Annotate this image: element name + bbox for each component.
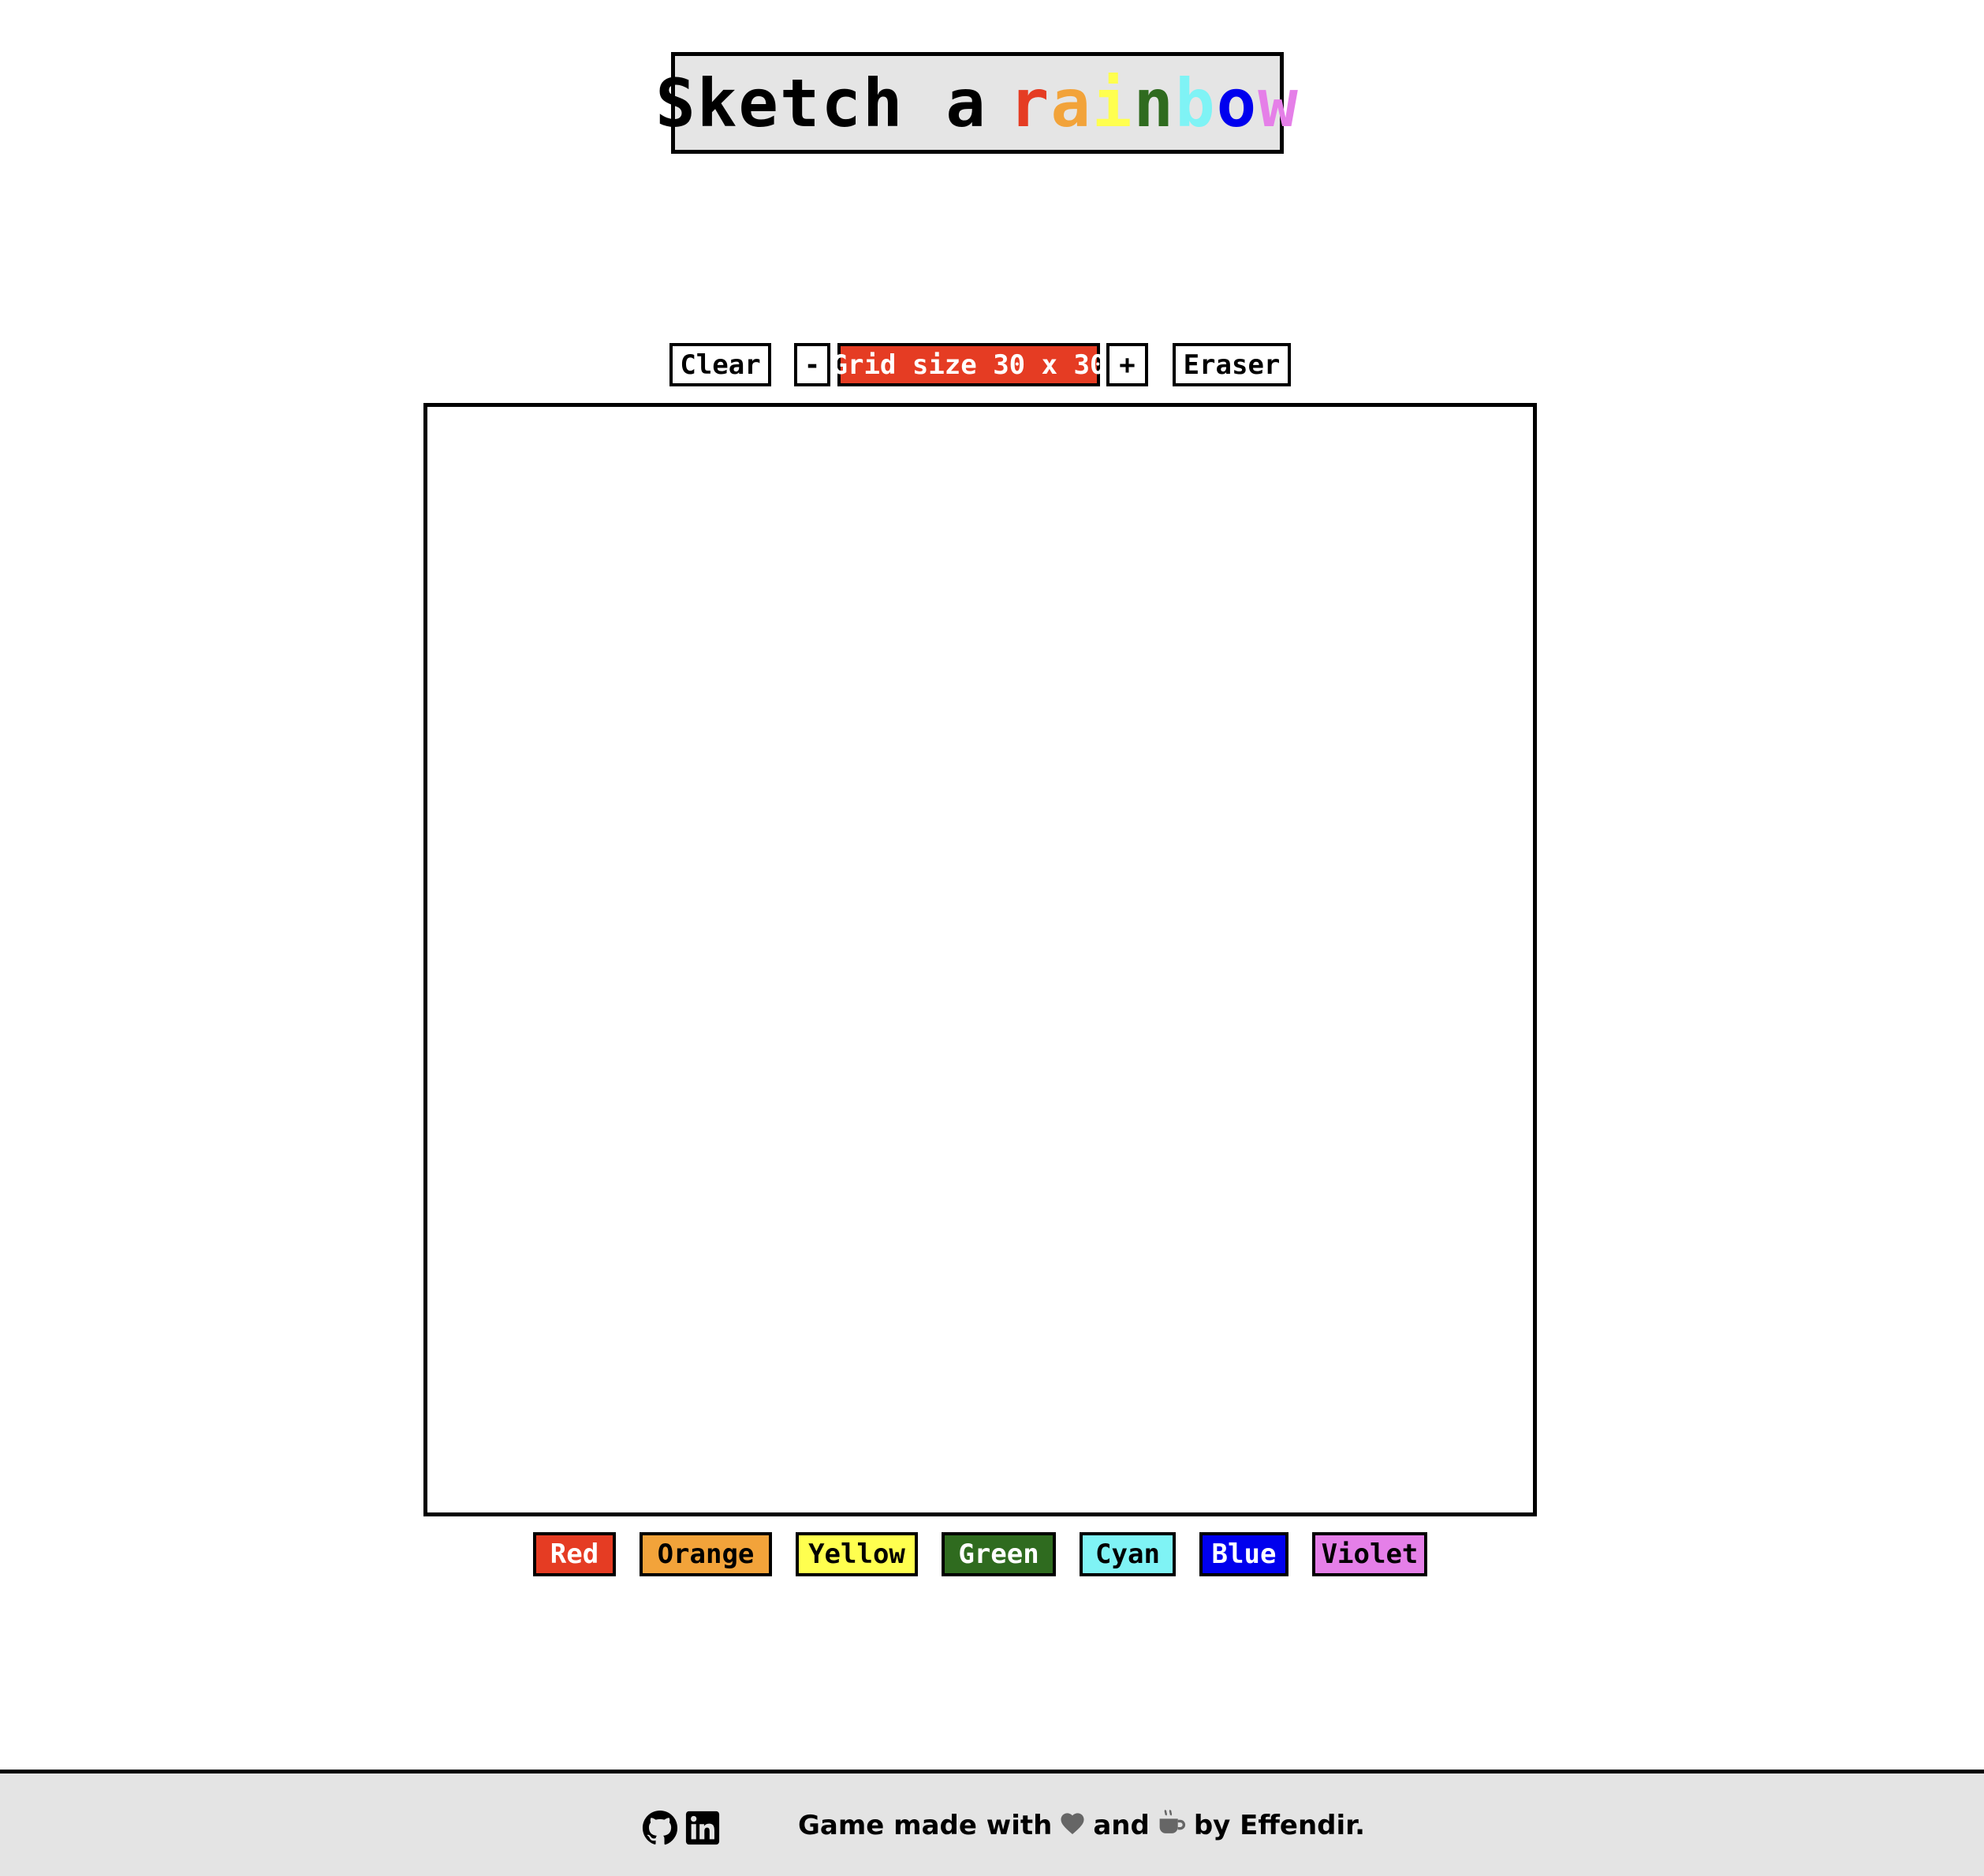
footer-text-before: Game made with — [798, 1810, 1053, 1841]
title-letter-w: w — [1258, 64, 1300, 142]
color-button-green[interactable]: Green — [942, 1532, 1056, 1576]
github-icon[interactable] — [642, 1810, 678, 1846]
footer-text-middle: and — [1093, 1810, 1150, 1841]
grid-size-label: Grid size 30 x 30 — [832, 343, 1106, 386]
color-button-red[interactable]: Red — [533, 1532, 616, 1576]
color-button-cyan[interactable]: Cyan — [1080, 1532, 1176, 1576]
footer-credit: Game made with and by Effendir. — [798, 1802, 1365, 1849]
color-button-orange[interactable]: Orange — [640, 1532, 772, 1576]
color-button-blue[interactable]: Blue — [1199, 1532, 1288, 1576]
color-button-yellow[interactable]: Yellow — [796, 1532, 918, 1576]
title-letter-i: i — [1091, 64, 1134, 142]
title-rainbow-word: rainbow — [1009, 65, 1300, 142]
coffee-icon — [1156, 1807, 1188, 1844]
clear-button[interactable]: Clear — [669, 343, 771, 386]
heart-icon — [1058, 1810, 1087, 1842]
decrease-grid-button[interactable]: - — [794, 343, 830, 386]
sketch-canvas[interactable] — [423, 403, 1537, 1516]
increase-grid-button[interactable]: + — [1106, 343, 1148, 386]
linkedin-icon[interactable] — [684, 1810, 721, 1846]
footer-text-after: by Effendir. — [1193, 1810, 1366, 1841]
title-letter-b: b — [1175, 64, 1217, 142]
title-letter-a: a — [1050, 64, 1092, 142]
eraser-button[interactable]: Eraser — [1173, 343, 1291, 386]
title-lead: Sketch a — [655, 64, 987, 142]
color-button-violet[interactable]: Violet — [1312, 1532, 1427, 1576]
page-title: Sketch a rainbow — [655, 52, 1298, 154]
title-letter-r: r — [1009, 64, 1051, 142]
footer: Game made with and by Effendir. — [0, 1770, 1984, 1876]
title-letter-o: o — [1216, 64, 1259, 142]
title-letter-n: n — [1133, 64, 1176, 142]
